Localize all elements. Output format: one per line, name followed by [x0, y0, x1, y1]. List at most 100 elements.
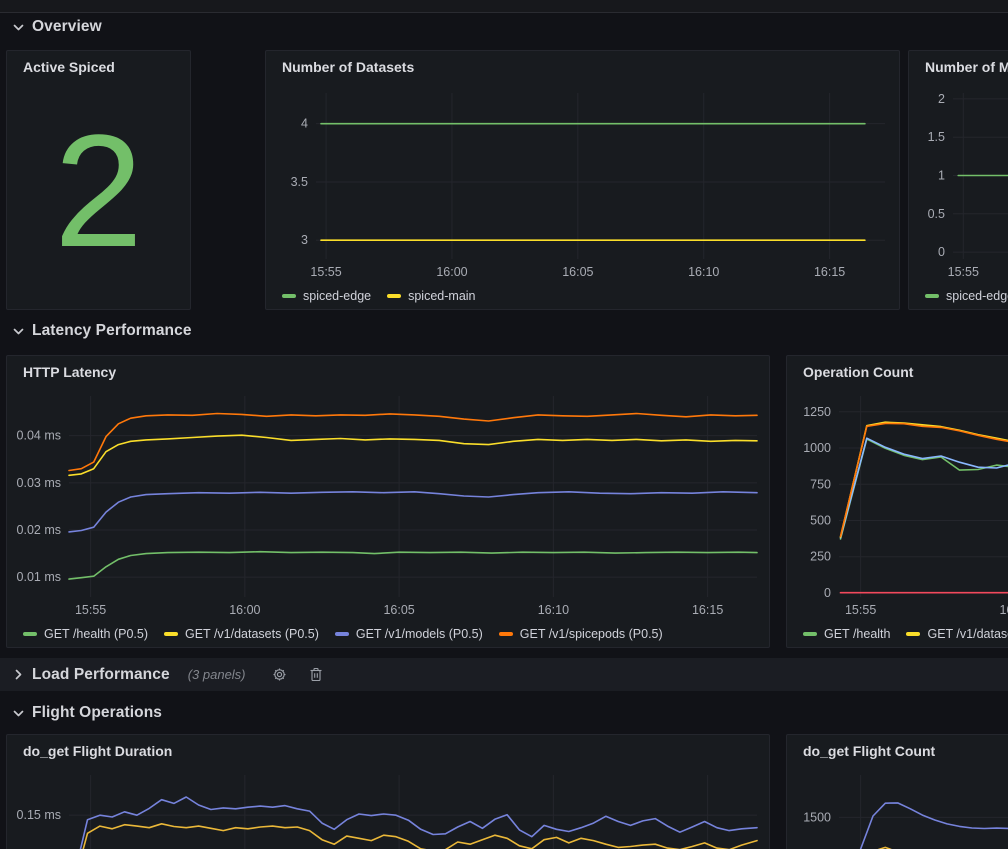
- x-tick-label: 16:00: [436, 265, 467, 279]
- legend-label: GET /v1/datasets: [927, 627, 1008, 641]
- top-toolbar-edge: [0, 0, 1008, 13]
- section-title-load-performance: Load Performance: [32, 666, 170, 684]
- chart-canvas[interactable]: 0.15 ms: [7, 765, 769, 849]
- y-tick-label: 1250: [803, 405, 831, 419]
- panel-title[interactable]: Number of Datasets: [266, 51, 899, 81]
- x-tick-label: 15:55: [310, 265, 341, 279]
- series-line[interactable]: [69, 435, 757, 475]
- y-tick-label: 1000: [803, 441, 831, 455]
- y-tick-label: 0.5: [928, 207, 945, 221]
- chevron-right-icon: [13, 671, 24, 678]
- series-line[interactable]: [848, 803, 1008, 849]
- section-flight-toggle[interactable]: Flight Operations: [13, 701, 162, 725]
- legend-item[interactable]: GET /v1/spicepods (P0.5): [499, 627, 663, 641]
- y-tick-label: 3.5: [291, 175, 308, 189]
- panel-title[interactable]: do_get Flight Count: [787, 735, 1008, 765]
- trash-icon: [309, 667, 323, 682]
- legend-item[interactable]: GET /health (P0.5): [23, 627, 148, 641]
- legend-item[interactable]: GET /v1/datasets (P0.5): [164, 627, 319, 641]
- series-line[interactable]: [69, 414, 757, 471]
- panel-number-of-models: Number of Models 21.510.5015:55 spiced-e…: [908, 50, 1008, 310]
- chart-legend: spiced-edge: [909, 283, 1008, 309]
- section-title-overview: Overview: [32, 18, 102, 36]
- section-overview-toggle[interactable]: Overview: [13, 15, 102, 39]
- x-tick-label: 16:05: [383, 603, 414, 617]
- x-tick-label: 16:05: [562, 265, 593, 279]
- legend-label: spiced-edge: [303, 289, 371, 303]
- section-title-latency: Latency Performance: [32, 322, 192, 340]
- panel-http-latency: HTTP Latency 0.04 ms 0.03 ms 0.02 ms 0.01 m…: [6, 355, 770, 648]
- x-tick-label: 16:00: [999, 603, 1008, 617]
- row-settings-button[interactable]: [272, 667, 287, 682]
- legend-swatch: [23, 632, 37, 636]
- legend-label: GET /health: [824, 627, 890, 641]
- chevron-down-icon: [13, 24, 24, 31]
- stat-value: 2: [7, 73, 190, 309]
- grafana-dashboard: Overview Active Spiced 2 Number of Datas…: [0, 0, 1008, 849]
- series-line[interactable]: [69, 797, 757, 849]
- timeseries-chart[interactable]: 0.15 ms: [7, 765, 769, 849]
- timeseries-chart[interactable]: 43.5315:5516:0016:0516:1016:15: [266, 81, 899, 283]
- series-line[interactable]: [69, 824, 757, 849]
- y-tick-label: 0.02 ms: [17, 523, 61, 537]
- panel-number-of-datasets: Number of Datasets 43.5315:5516:0016:051…: [265, 50, 900, 310]
- legend-swatch: [335, 632, 349, 636]
- legend-item[interactable]: GET /v1/models (P0.5): [335, 627, 483, 641]
- y-tick-label: 0.04 ms: [17, 429, 61, 443]
- panel-title[interactable]: do_get Flight Duration: [7, 735, 769, 765]
- chart-canvas[interactable]: 1500: [787, 765, 1008, 849]
- chart-legend: GET /health (P0.5) GET /v1/datasets (P0.5…: [7, 621, 769, 647]
- series-line[interactable]: [841, 422, 1008, 537]
- legend-item[interactable]: spiced-main: [387, 289, 475, 303]
- legend-item[interactable]: GET /health: [803, 627, 890, 641]
- row-delete-button[interactable]: [309, 667, 323, 682]
- y-tick-label: 0: [938, 245, 945, 259]
- panel-flight-duration: do_get Flight Duration 0.15 ms: [6, 734, 770, 849]
- timeseries-chart[interactable]: 21.510.5015:55: [909, 81, 1008, 283]
- series-line[interactable]: [69, 492, 757, 532]
- x-tick-label: 16:10: [688, 265, 719, 279]
- legend-item[interactable]: spiced-edge: [282, 289, 371, 303]
- section-load-performance-toggle[interactable]: Load Performance (3 panels): [0, 658, 1008, 691]
- legend-item[interactable]: spiced-edge: [925, 289, 1008, 303]
- y-tick-label: 2: [938, 92, 945, 106]
- chart-canvas[interactable]: 0.04 ms0.03 ms0.02 ms0.01 ms15:5516:0016…: [7, 386, 769, 621]
- y-tick-label: 0.15 ms: [17, 808, 61, 822]
- series-line[interactable]: [841, 439, 1008, 539]
- legend-label: GET /v1/datasets (P0.5): [185, 627, 319, 641]
- x-tick-label: 15:55: [75, 603, 106, 617]
- legend-label: spiced-edge: [946, 289, 1008, 303]
- panel-count-note: (3 panels): [188, 667, 246, 682]
- legend-label: spiced-main: [408, 289, 475, 303]
- panel-title[interactable]: HTTP Latency: [7, 356, 769, 386]
- section-latency-toggle[interactable]: Latency Performance: [13, 319, 192, 343]
- x-tick-label: 15:55: [948, 265, 979, 279]
- legend-swatch: [387, 294, 401, 298]
- legend-label: GET /v1/models (P0.5): [356, 627, 483, 641]
- timeseries-chart[interactable]: 12501000750500250015:5516:00: [787, 386, 1008, 621]
- y-tick-label: 0.01 ms: [17, 570, 61, 584]
- y-tick-label: 500: [810, 513, 831, 527]
- legend-label: GET /v1/spicepods (P0.5): [520, 627, 663, 641]
- timeseries-chart[interactable]: 0.04 ms0.03 ms0.02 ms0.01 ms15:5516:0016…: [7, 386, 769, 621]
- timeseries-chart[interactable]: 1500: [787, 765, 1008, 849]
- y-tick-label: 750: [810, 477, 831, 491]
- y-tick-label: 4: [301, 117, 308, 131]
- chevron-down-icon: [13, 710, 24, 717]
- panel-active-spiced: Active Spiced 2: [6, 50, 191, 310]
- legend-item[interactable]: GET /v1/datasets: [906, 627, 1008, 641]
- chevron-down-icon: [13, 328, 24, 335]
- section-title-flight: Flight Operations: [32, 704, 162, 722]
- chart-canvas[interactable]: 12501000750500250015:5516:00: [787, 386, 1008, 621]
- legend-swatch: [925, 294, 939, 298]
- panel-title[interactable]: Number of Models: [909, 51, 1008, 81]
- y-tick-label: 1.5: [928, 130, 945, 144]
- chart-canvas[interactable]: 21.510.5015:55: [909, 81, 1008, 283]
- series-line[interactable]: [841, 438, 1008, 538]
- series-line[interactable]: [69, 552, 757, 579]
- panel-title[interactable]: Operation Count: [787, 356, 1008, 386]
- panel-flight-count: do_get Flight Count 1500: [786, 734, 1008, 849]
- chart-canvas[interactable]: 43.5315:5516:0016:0516:1016:15: [266, 81, 899, 283]
- x-tick-label: 16:15: [692, 603, 723, 617]
- y-tick-label: 0.03 ms: [17, 476, 61, 490]
